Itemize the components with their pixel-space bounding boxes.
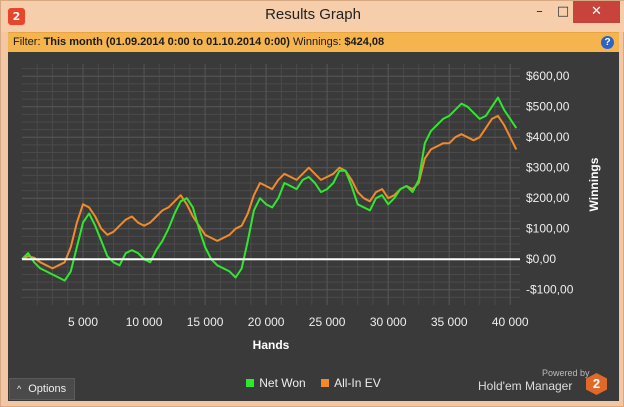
filter-value: This month (01.09.2014 0:00 to 01.10.201… <box>43 36 290 48</box>
x-tick-label: 15 000 <box>187 315 224 329</box>
chevron-up-icon: ^ <box>17 384 22 394</box>
x-tick-label: 5 000 <box>68 315 98 329</box>
legend-swatch-all-in-ev <box>321 379 330 387</box>
powered-by-text: Powered by <box>542 368 590 378</box>
y-tick-label: -$100,00 <box>526 283 574 297</box>
options-label: Options <box>28 383 67 395</box>
legend-label-net-won: Net Won <box>259 376 306 390</box>
x-tick-label: 40 000 <box>492 315 529 329</box>
title-bar[interactable]: 2 Results Graph – □ ✕ <box>1 1 624 32</box>
x-tick-label: 30 000 <box>370 315 407 329</box>
graph-panel: 5 000 10 000 15 000 20 000 25 000 30 000 35 00… <box>8 52 619 401</box>
legend-item-net-won: Net Won <box>246 376 306 390</box>
winnings-value: $424,08 <box>344 36 385 48</box>
legend-item-all-in-ev: All-In EV <box>321 376 381 390</box>
maximize-button[interactable]: □ <box>553 1 573 23</box>
x-tick-label: 10 000 <box>126 315 163 329</box>
help-icon[interactable]: ? <box>601 36 614 49</box>
legend-swatch-net-won <box>246 379 255 387</box>
x-tick-label: 20 000 <box>248 315 285 329</box>
close-button[interactable]: ✕ <box>573 1 620 23</box>
options-button[interactable]: ^ Options <box>9 378 75 400</box>
y-axis-title: Winnings <box>587 157 601 211</box>
filter-prefix: Filter: <box>13 36 41 48</box>
x-tick-label: 25 000 <box>309 315 346 329</box>
results-graph-window: 2 Results Graph – □ ✕ Filter: This month… <box>0 0 624 407</box>
winnings-label: Winnings: <box>293 36 342 48</box>
y-tick-label: $300,00 <box>526 161 570 175</box>
y-tick-label: $0,00 <box>526 252 556 266</box>
brand-name: Hold'em Manager <box>478 379 573 393</box>
plot-area <box>22 64 520 305</box>
x-axis-title: Hands <box>253 338 290 352</box>
y-tick-label: $200,00 <box>526 191 570 205</box>
x-tick-label: 35 000 <box>431 315 468 329</box>
y-tick-label: $600,00 <box>526 69 570 83</box>
legend-label-all-in-ev: All-In EV <box>334 376 381 390</box>
powered-by-brand: Powered by Hold'em Manager 2 <box>478 368 607 398</box>
y-tick-label: $100,00 <box>526 222 570 236</box>
y-tick-label: $400,00 <box>526 130 570 144</box>
results-chart: 5 000 10 000 15 000 20 000 25 000 30 000 35 00… <box>21 64 601 352</box>
filter-bar[interactable]: Filter: This month (01.09.2014 0:00 to 0… <box>8 32 619 52</box>
minimize-button[interactable]: – <box>526 1 553 23</box>
y-tick-label: $500,00 <box>526 100 570 114</box>
